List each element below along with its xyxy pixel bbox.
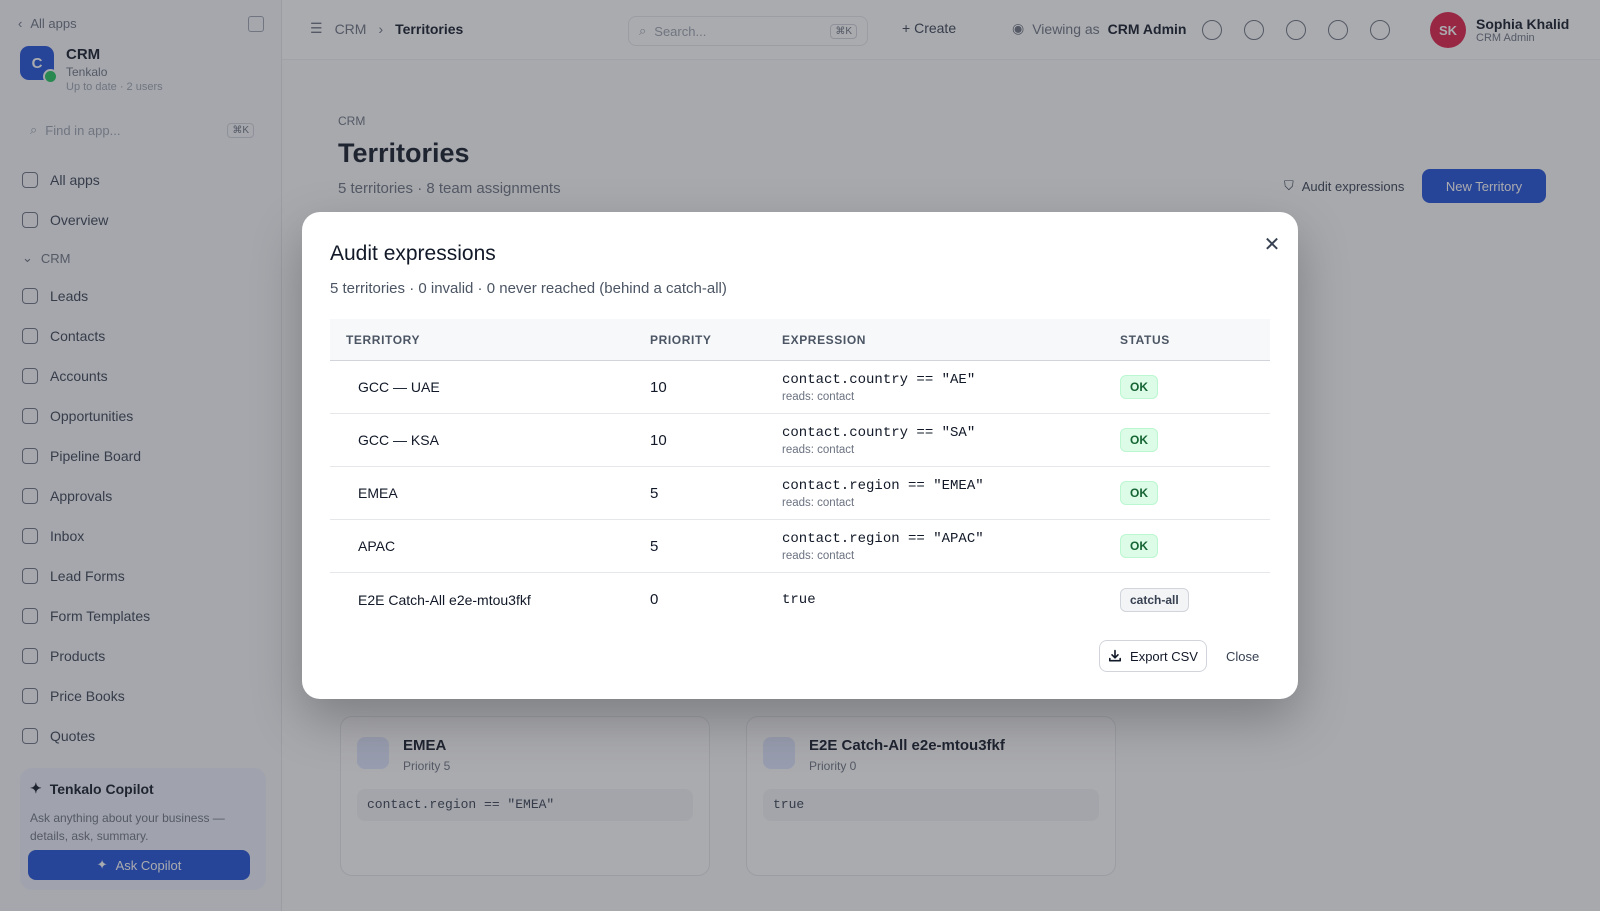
table-row: EMEA 5 contact.region == "EMEA" reads: co… [330, 467, 1270, 520]
territory-expression: true [782, 591, 816, 608]
territory-expression: contact.region == "EMEA" [782, 477, 984, 494]
table-header: TERRITORY PRIORITY EXPRESSION STATUS [330, 319, 1270, 361]
territory-name: E2E Catch-All e2e-mtou3fkf [358, 591, 531, 608]
status-badge: OK [1120, 534, 1158, 558]
expression-reads: reads: contact [782, 496, 855, 509]
export-csv-label: Export CSV [1130, 648, 1198, 664]
territory-priority: 10 [650, 378, 667, 396]
table-row: APAC 5 contact.region == "APAC" reads: co… [330, 520, 1270, 573]
territory-expression: contact.region == "APAC" [782, 530, 984, 547]
close-icon[interactable]: ✕ [1258, 230, 1286, 258]
column-header-territory: TERRITORY [346, 332, 421, 347]
table-row: GCC — UAE 10 contact.country == "AE" read… [330, 361, 1270, 414]
close-button[interactable]: Close [1216, 640, 1269, 672]
expression-reads: reads: contact [782, 549, 855, 562]
column-header-status: STATUS [1120, 332, 1170, 347]
territory-expression: contact.country == "SA" [782, 424, 976, 441]
territory-name: GCC — KSA [358, 432, 439, 448]
territory-priority: 5 [650, 537, 659, 555]
dialog-title: Audit expressions [330, 242, 496, 265]
table-row: GCC — KSA 10 contact.country == "SA" read… [330, 414, 1270, 467]
territory-name: EMEA [358, 485, 398, 501]
audit-table: TERRITORY PRIORITY EXPRESSION STATUS GCC… [330, 319, 1270, 626]
export-csv-button[interactable]: Export CSV [1099, 640, 1207, 672]
dialog-subtitle: 5 territories · 0 invalid · 0 never reac… [330, 280, 727, 297]
territory-priority: 5 [650, 484, 659, 502]
column-header-expression: EXPRESSION [782, 332, 867, 347]
territory-name: GCC — UAE [358, 379, 440, 395]
expression-reads: reads: contact [782, 390, 855, 403]
download-icon [1109, 649, 1122, 662]
expression-reads: reads: contact [782, 443, 855, 456]
audit-expressions-dialog: Audit expressions 5 territories · 0 inva… [302, 212, 1298, 699]
status-badge: catch-all [1120, 587, 1189, 612]
territory-expression: contact.country == "AE" [782, 371, 976, 388]
territory-name: APAC [358, 538, 396, 554]
table-row: E2E Catch-All e2e-mtou3fkf 0 true catch-… [330, 573, 1270, 626]
status-badge: OK [1120, 375, 1158, 399]
status-badge: OK [1120, 481, 1158, 505]
territory-priority: 10 [650, 431, 667, 449]
status-badge: OK [1120, 428, 1158, 452]
column-header-priority: PRIORITY [650, 332, 712, 347]
territory-priority: 0 [650, 591, 659, 608]
